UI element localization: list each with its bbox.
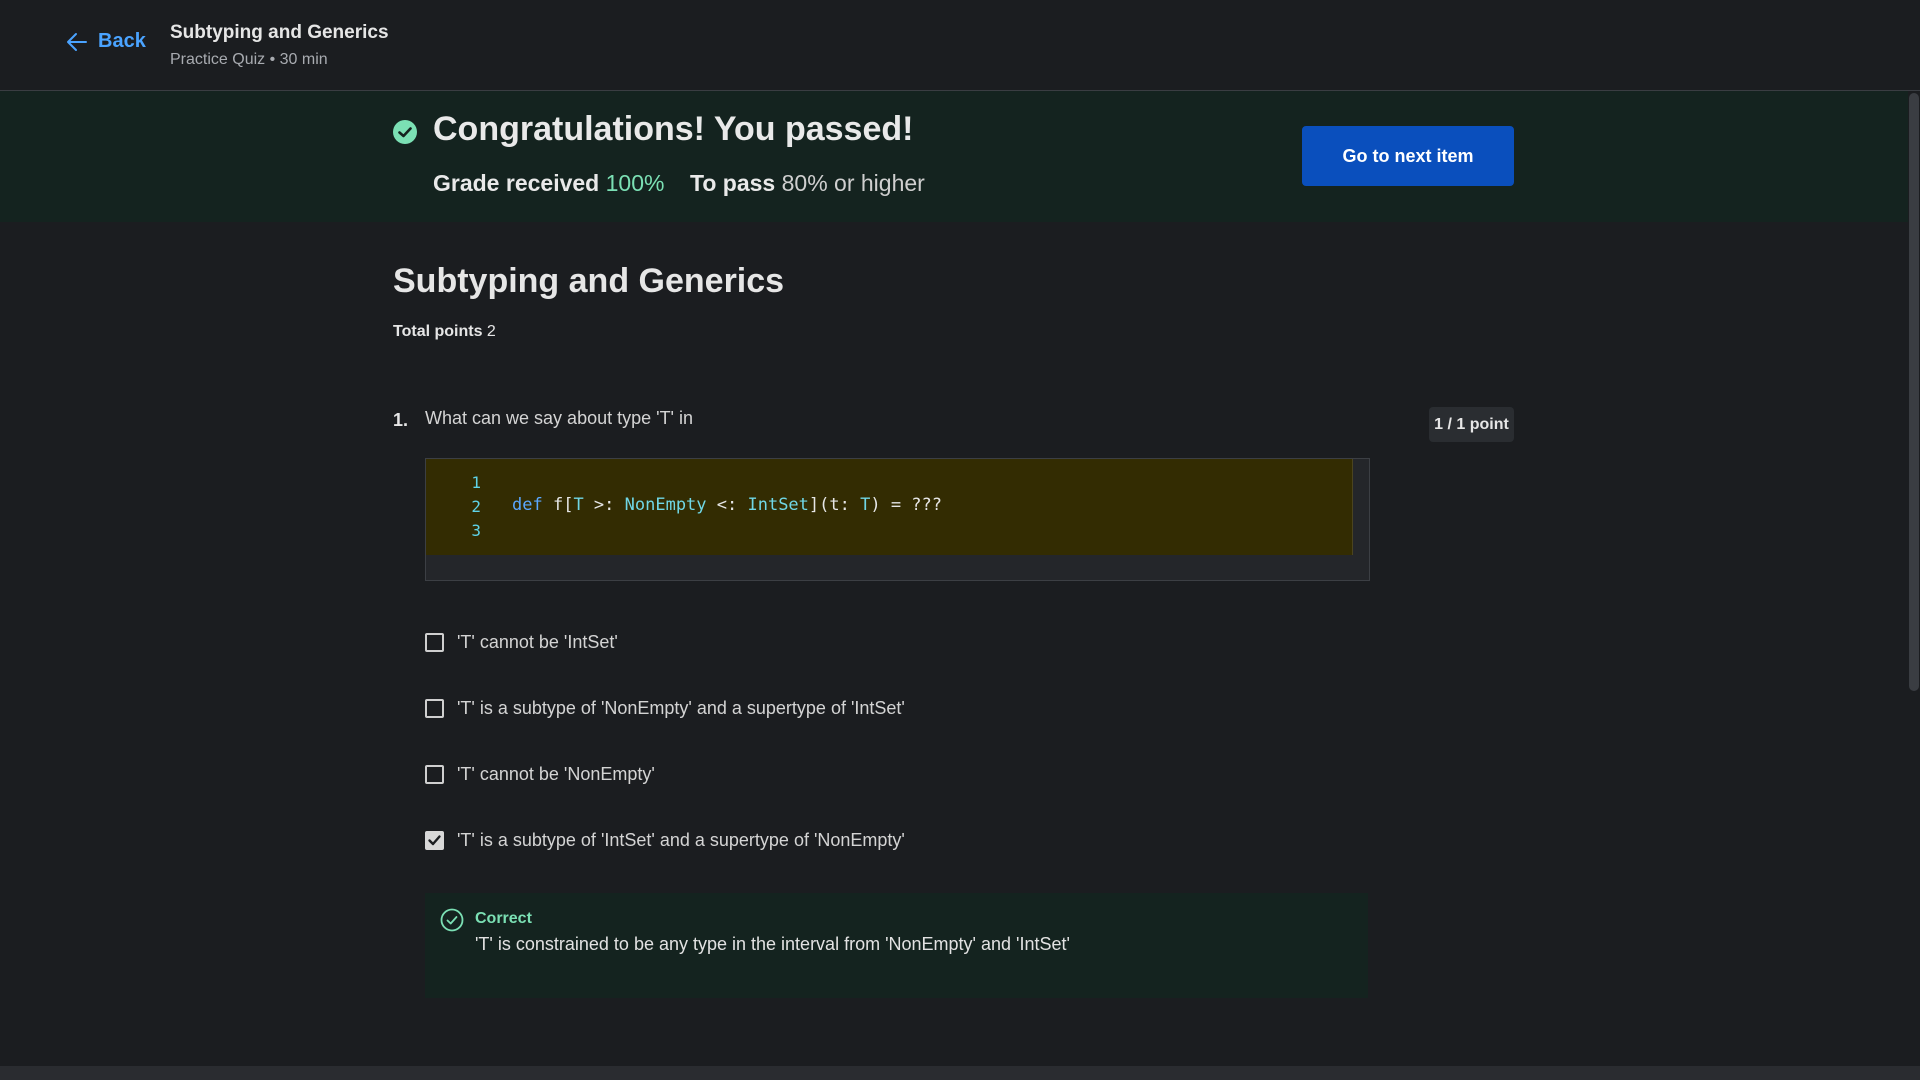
checkbox[interactable]: [425, 765, 444, 784]
back-link[interactable]: Back: [66, 30, 146, 53]
grade-value: 100%: [605, 170, 665, 196]
line-number: 3: [471, 521, 481, 540]
feedback-title: Correct: [475, 910, 532, 927]
top-bar: Back Subtyping and Generics Practice Qui…: [0, 0, 1920, 91]
code-line: def f[T >: NonEmpty <: IntSet](t: T) = ?…: [512, 495, 942, 515]
feedback-text: 'T' is constrained to be any type in the…: [475, 934, 1070, 954]
code-type: T: [860, 495, 871, 515]
line-number: 1: [471, 473, 481, 492]
answer-option[interactable]: 'T' is a subtype of 'IntSet' and a super…: [425, 830, 905, 851]
code-text: ) = ???: [870, 495, 942, 515]
code-text: f[: [542, 495, 574, 515]
line-number: 2: [471, 497, 481, 516]
arrow-left-icon: [67, 32, 87, 51]
checkmark-icon: [428, 835, 441, 846]
question-number: 1.: [393, 410, 409, 430]
code-text: ](t:: [808, 495, 861, 515]
code-block: 1 2 3 def f[T >: NonEmpty <: IntSet](t: …: [425, 458, 1370, 581]
total-points-value: 2: [486, 323, 496, 340]
next-item-button[interactable]: Go to next item: [1302, 126, 1514, 186]
code-type: NonEmpty: [624, 495, 707, 515]
back-label: Back: [98, 30, 146, 52]
pass-label: To pass: [690, 170, 776, 196]
bottom-strip: [0, 1066, 1920, 1080]
feedback-panel: Correct 'T' is constrained to be any typ…: [425, 893, 1368, 998]
grade-summary: Grade received 100% To pass 80% or highe…: [433, 170, 925, 197]
question-score-badge: 1 / 1 point: [1429, 407, 1514, 442]
checkbox[interactable]: [425, 699, 444, 718]
course-item-subtitle: Practice Quiz • 30 min: [170, 51, 328, 68]
answer-option[interactable]: 'T' cannot be 'IntSet': [425, 632, 618, 653]
check-circle-icon: [393, 120, 417, 144]
check-circle-outline-icon: [440, 908, 464, 932]
option-label: 'T' cannot be 'IntSet': [457, 632, 618, 652]
code-type: T: [573, 495, 584, 515]
option-label: 'T' cannot be 'NonEmpty': [457, 764, 655, 784]
code-editor-area: 1 2 3 def f[T >: NonEmpty <: IntSet](t: …: [426, 459, 1353, 555]
pass-value: 80% or higher: [781, 170, 925, 196]
code-type: IntSet: [747, 495, 809, 515]
checkbox[interactable]: [425, 633, 444, 652]
scrollbar-thumb[interactable]: [1909, 93, 1919, 691]
answer-option[interactable]: 'T' cannot be 'NonEmpty': [425, 764, 655, 785]
line-numbers: 1 2 3: [426, 459, 481, 555]
course-item-title: Subtyping and Generics: [170, 22, 389, 43]
question-text: What can we say about type 'T' in: [425, 408, 694, 428]
code-text: <:: [706, 495, 748, 515]
total-points: Total points 2: [393, 323, 496, 341]
pass-title: Congratulations! You passed!: [433, 110, 914, 148]
code-text: >:: [583, 495, 625, 515]
checkbox-checked[interactable]: [425, 831, 444, 850]
option-label: 'T' is a subtype of 'NonEmpty' and a sup…: [457, 698, 905, 718]
code-keyword: def: [512, 495, 543, 515]
pass-banner: [0, 91, 1908, 222]
answer-option[interactable]: 'T' is a subtype of 'NonEmpty' and a sup…: [425, 698, 905, 719]
total-points-label: Total points: [393, 323, 483, 340]
page-title: Subtyping and Generics: [393, 262, 785, 300]
grade-label: Grade received: [433, 170, 600, 196]
option-label: 'T' is a subtype of 'IntSet' and a super…: [457, 830, 905, 850]
